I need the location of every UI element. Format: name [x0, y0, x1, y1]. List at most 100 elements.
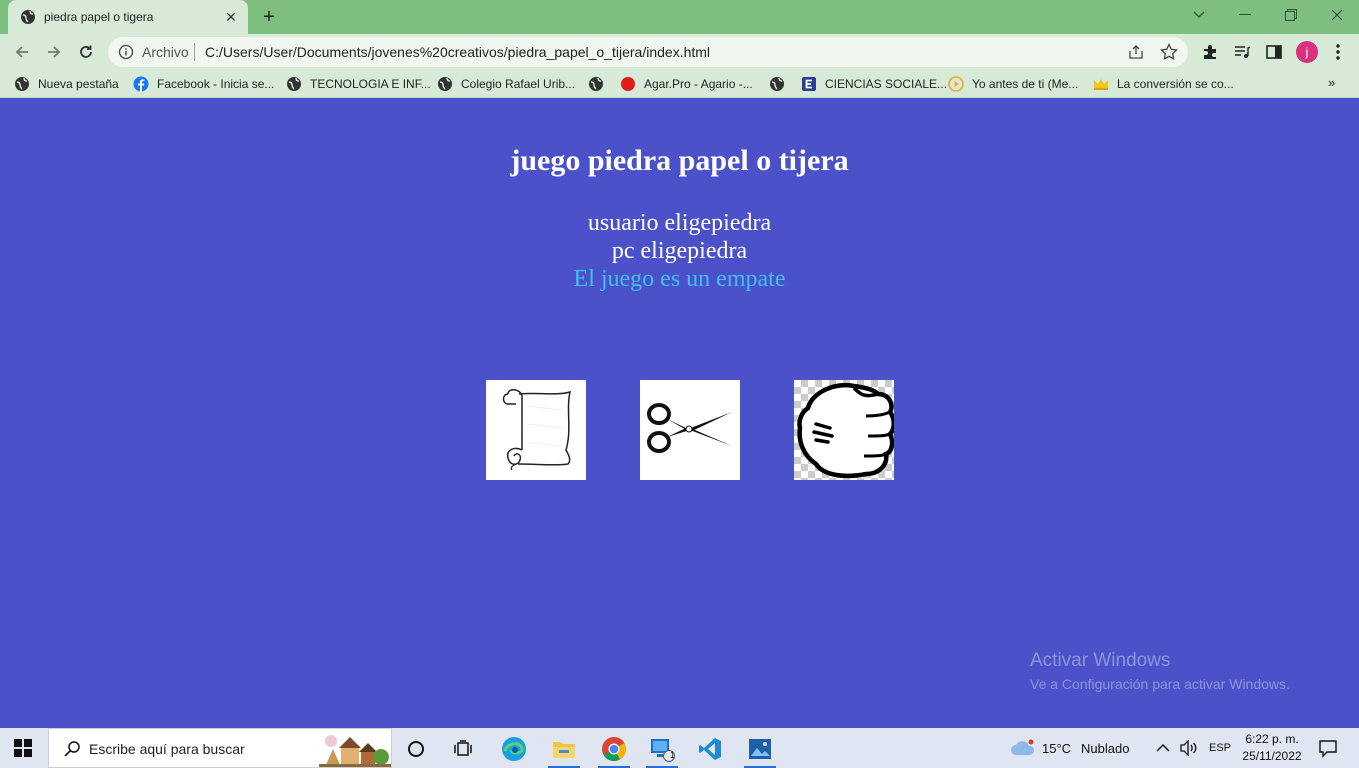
- bookmark-label: CIENCIAS SOCIALE...: [825, 77, 948, 91]
- remote-app-button[interactable]: 1: [644, 732, 680, 768]
- address-bar[interactable]: Archivo C:/Users/User/Documents/jovenes%…: [108, 37, 1188, 67]
- globe-icon: [287, 77, 301, 91]
- bookmark-globe-2[interactable]: [769, 75, 793, 93]
- bookmark-label: Agar.Pro - Agario -...: [644, 77, 753, 91]
- browser-tab[interactable]: piedra papel o tigera ✕: [8, 0, 248, 34]
- bookmark-nueva-pestana[interactable]: Nueva pestaña: [14, 75, 119, 93]
- e-book-icon: [802, 77, 816, 91]
- side-panel-icon[interactable]: [1264, 42, 1284, 62]
- close-tab-icon[interactable]: ✕: [220, 6, 242, 28]
- cortana-button[interactable]: [398, 732, 434, 766]
- file-explorer-app-button[interactable]: [546, 732, 582, 768]
- fist-icon: [797, 382, 894, 479]
- bookmarks-bar: Nueva pestaña Facebook - Inicia se... TE…: [0, 70, 1359, 98]
- bookmark-tecnologia[interactable]: TECNOLOGIA E INF...: [286, 75, 431, 93]
- page-content: juego piedra papel o tijera usuario elig…: [0, 98, 1359, 728]
- minimize-button[interactable]: [1222, 0, 1268, 30]
- tab-strip: piedra papel o tigera ✕ +: [0, 0, 1359, 34]
- close-window-button[interactable]: [1314, 0, 1359, 30]
- search-placeholder: Escribe aquí para buscar: [89, 741, 245, 757]
- weather-widget[interactable]: 15°C Nublado: [1010, 728, 1129, 768]
- paper-button[interactable]: [486, 380, 586, 480]
- chrome-icon: [602, 737, 627, 762]
- bookmark-label: Yo antes de ti (Me...: [972, 77, 1079, 91]
- windows-start-icon[interactable]: [14, 739, 32, 757]
- new-tab-button[interactable]: +: [256, 5, 282, 29]
- scissors-icon: [647, 403, 732, 453]
- more-bookmarks-chevron-icon[interactable]: »: [1328, 75, 1335, 90]
- user-choice-text: usuario eligepiedra: [587, 210, 772, 236]
- task-view-button[interactable]: [446, 732, 482, 766]
- arrow-right-icon: [48, 46, 61, 58]
- paper-scroll-icon: [502, 389, 572, 471]
- reload-icon: [80, 45, 92, 58]
- crown-icon: [1094, 79, 1108, 90]
- page-title: juego piedra papel o tijera: [510, 144, 849, 177]
- app-badge: 1: [670, 750, 676, 760]
- watermark-subtitle: Ve a Configuración para activar Windows.: [1030, 676, 1290, 692]
- bookmark-colegio[interactable]: Colegio Rafael Urib...: [437, 75, 575, 93]
- menu-kebab-icon[interactable]: [1328, 42, 1348, 62]
- chrome-app-button[interactable]: [596, 732, 632, 768]
- edge-app-button[interactable]: [496, 732, 532, 766]
- bookmark-star-icon[interactable]: [1160, 43, 1178, 61]
- pc-choice-text: pc eligepiedra: [611, 238, 748, 264]
- edge-icon: [502, 737, 526, 761]
- volume-icon[interactable]: [1180, 728, 1198, 768]
- red-circle-icon: [621, 77, 635, 91]
- vscode-app-button[interactable]: [692, 732, 728, 766]
- tray-overflow-chevron-icon[interactable]: [1156, 728, 1170, 768]
- task-view-icon: [454, 740, 472, 756]
- globe-icon: [21, 10, 35, 24]
- watermark-title: Activar Windows: [1030, 650, 1171, 671]
- folder-icon: [553, 742, 575, 758]
- vscode-icon: [699, 738, 721, 760]
- back-button[interactable]: [10, 40, 34, 64]
- clock-date: 25/11/2022: [1242, 749, 1302, 763]
- weather-temperature: 15°C: [1042, 740, 1072, 756]
- arrow-left-icon: [15, 46, 28, 58]
- result-text: El juego es un empate: [573, 266, 786, 292]
- cloud-icon: [1011, 739, 1035, 755]
- restore-button[interactable]: [1268, 0, 1314, 30]
- bookmark-label: Nueva pestaña: [38, 77, 119, 91]
- bookmark-label: TECNOLOGIA E INF...: [310, 77, 431, 91]
- bookmark-label: Facebook - Inicia se...: [157, 77, 275, 91]
- bookmark-facebook[interactable]: Facebook - Inicia se...: [133, 75, 274, 93]
- forward-button[interactable]: [42, 40, 66, 64]
- bookmark-label: La conversión se co...: [1117, 77, 1234, 91]
- address-scheme: Archivo: [142, 44, 189, 60]
- bookmark-agar[interactable]: Agar.Pro - Agario -...: [620, 75, 753, 93]
- address-url[interactable]: C:/Users/User/Documents/jovenes%20creati…: [205, 44, 710, 60]
- tab-title: piedra papel o tigera: [44, 10, 154, 24]
- play-icon: [948, 76, 964, 92]
- scissors-button[interactable]: [640, 380, 740, 480]
- photos-app-button[interactable]: [742, 732, 778, 768]
- extensions-icon[interactable]: [1200, 42, 1220, 62]
- taskbar-search-box[interactable]: Escribe aquí para buscar: [48, 728, 392, 768]
- bookmark-label: Colegio Rafael Urib...: [461, 77, 576, 91]
- browser-toolbar: Archivo C:/Users/User/Documents/jovenes%…: [0, 34, 1359, 70]
- bookmark-conversion[interactable]: La conversión se co...: [1093, 75, 1234, 93]
- globe-icon: [438, 77, 452, 91]
- search-icon: [64, 741, 80, 757]
- windows-activation-watermark: Activar Windows Ve a Configuración para …: [1030, 650, 1290, 692]
- globe-icon: [15, 77, 29, 91]
- notification-center-icon[interactable]: [1318, 738, 1338, 758]
- info-icon[interactable]: [118, 44, 134, 60]
- bookmark-globe[interactable]: [588, 75, 612, 93]
- search-highlight-village-icon: [319, 735, 391, 767]
- bookmark-yo-antes-de-ti[interactable]: Yo antes de ti (Me...: [948, 75, 1078, 93]
- rock-button[interactable]: [794, 380, 894, 480]
- share-icon[interactable]: [1128, 44, 1144, 60]
- windows-taskbar: Escribe aquí para buscar 1 15°C Nublado …: [0, 728, 1359, 768]
- profile-avatar[interactable]: j: [1296, 41, 1318, 63]
- facebook-icon: [133, 76, 149, 92]
- globe-icon: [589, 77, 603, 91]
- tab-search-icon[interactable]: [1176, 0, 1222, 30]
- language-indicator[interactable]: ESP: [1209, 728, 1231, 768]
- media-playlist-icon[interactable]: [1232, 42, 1252, 62]
- reload-button[interactable]: [74, 40, 98, 64]
- taskbar-clock[interactable]: 6:22 p. m. 25/11/2022: [1240, 731, 1304, 765]
- bookmark-ciencias-sociales[interactable]: CIENCIAS SOCIALE...: [801, 75, 947, 93]
